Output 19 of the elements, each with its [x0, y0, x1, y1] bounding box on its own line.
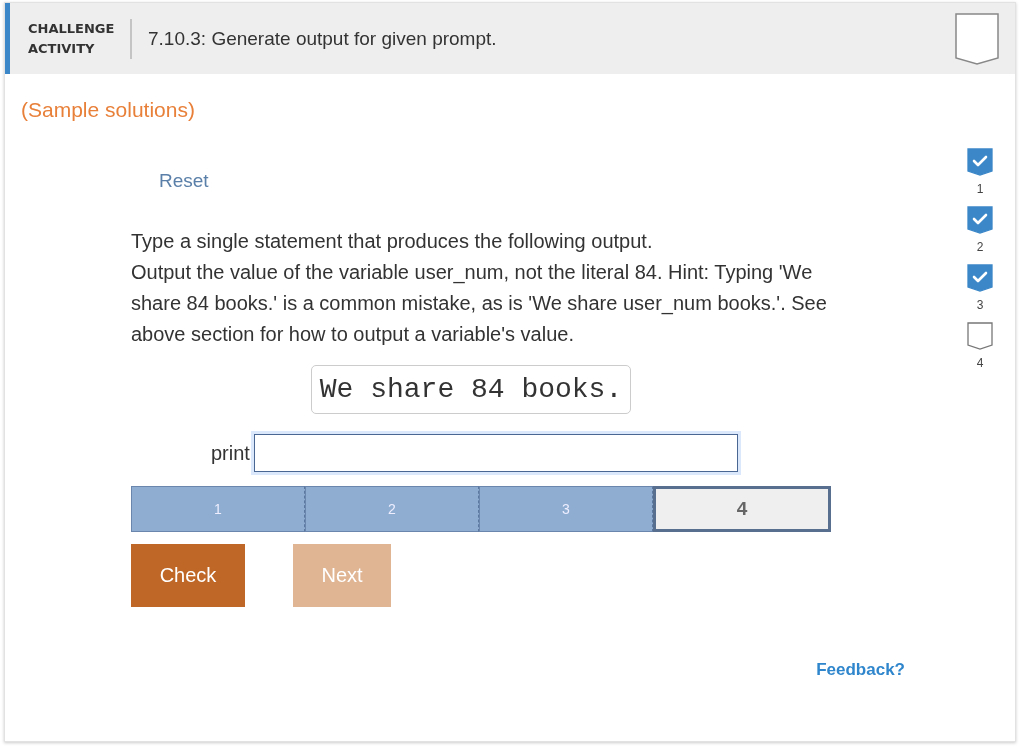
checkpoint-number: 1: [976, 182, 984, 196]
progress-step[interactable]: 1: [131, 486, 305, 532]
checkpoint-number: 3: [976, 298, 984, 312]
feedback-link[interactable]: Feedback?: [816, 660, 905, 680]
sample-solutions-link[interactable]: (Sample solutions): [21, 98, 195, 122]
action-button[interactable]: Check: [131, 544, 245, 607]
progress-step[interactable]: 4: [653, 486, 831, 532]
progress-step[interactable]: 3: [479, 486, 653, 532]
answer-field[interactable]: [253, 434, 738, 472]
hint-text: Output the value of the variable user_num, not the literal 84. Hint: Typing 'We share 84 books.' is a common mistake, as is 'We share user_num books.'. See above section for how to output a variable's value.: [131, 260, 828, 347]
checkpoint-number: 4: [976, 356, 984, 370]
activity-title: 7.10.3: Generate output for given prompt.: [148, 27, 498, 50]
reset-link[interactable]: Reset: [159, 170, 209, 192]
expected-output: We share 84 books.: [310, 365, 632, 414]
progress-step[interactable]: 2: [305, 486, 479, 532]
activity-type-label: CHALLENGE ACTIVITY: [28, 18, 132, 59]
instruction-text: Type a single statement that produces the following output.: [131, 229, 654, 254]
checkpoint-number: 2: [976, 240, 984, 254]
code-prefix: print: [211, 441, 250, 465]
